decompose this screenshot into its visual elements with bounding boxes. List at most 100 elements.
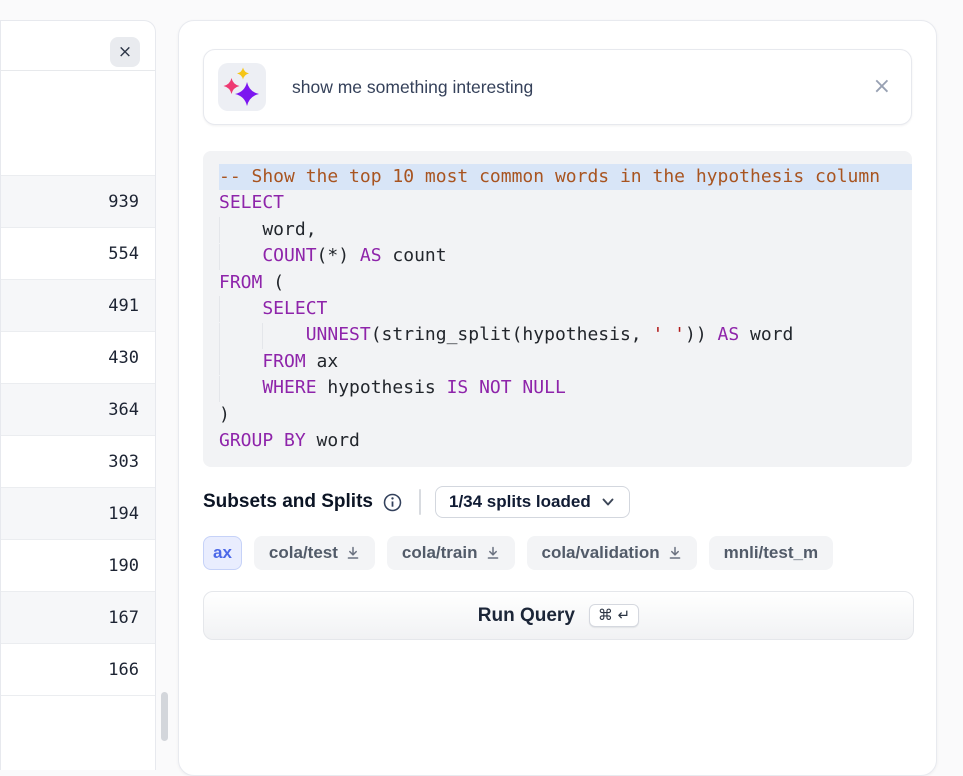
stat-row: 190	[1, 540, 155, 592]
sql-keyword: FROM	[262, 351, 305, 372]
sql-keyword: UNNEST	[306, 324, 371, 345]
split-chip-cola-test[interactable]: cola/test	[254, 536, 375, 570]
stat-row: 166	[1, 644, 155, 696]
empty-table-cell	[1, 71, 155, 176]
sql-keyword: AS	[360, 245, 382, 266]
keyboard-shortcut-badge: ⌘ ↵	[589, 604, 639, 627]
split-chip-label: cola/validation	[542, 543, 660, 563]
download-split-icon[interactable]	[486, 546, 500, 560]
split-chip-label: cola/train	[402, 543, 478, 563]
sql-keyword: SELECT	[262, 298, 327, 319]
vertical-scrollbar[interactable]	[161, 692, 168, 741]
code-line: WHERE hypothesis IS NOT NULL	[219, 375, 896, 401]
stat-row: 364	[1, 384, 155, 436]
indent-guide	[219, 323, 262, 349]
stat-value: 430	[108, 348, 139, 368]
split-chip-label: cola/test	[269, 543, 338, 563]
stat-value: 166	[108, 660, 139, 680]
split-chip-label: ax	[213, 543, 232, 563]
sql-keyword: AS	[718, 324, 740, 345]
indent-guide	[219, 376, 262, 402]
run-query-button[interactable]: Run Query ⌘ ↵	[203, 591, 914, 640]
stat-value: 939	[108, 192, 139, 212]
download-split-icon[interactable]	[668, 546, 682, 560]
stat-row: 167	[1, 592, 155, 644]
sql-keyword: WHERE	[262, 377, 316, 398]
chevron-down-icon	[600, 494, 616, 510]
stat-row: 430	[1, 332, 155, 384]
code-line: word,	[219, 217, 896, 243]
info-icon[interactable]	[382, 492, 403, 513]
sql-keyword: SELECT	[219, 192, 284, 213]
code-line: SELECT	[219, 296, 896, 322]
stat-value: 491	[108, 296, 139, 316]
stat-row: 491	[1, 280, 155, 332]
code-line: UNNEST(string_split(hypothesis, ' ')) AS…	[219, 322, 896, 348]
splits-section-header: Subsets and Splits 1/34 splits loaded	[203, 486, 912, 518]
run-query-label: Run Query	[478, 605, 575, 627]
stat-row: 554	[1, 228, 155, 280]
indent-guide	[219, 296, 262, 322]
splits-loaded-dropdown[interactable]: 1/34 splits loaded	[435, 486, 630, 518]
splits-section-title: Subsets and Splits	[203, 491, 373, 513]
sql-text: word	[306, 430, 360, 451]
code-line: GROUP BY word	[219, 428, 896, 454]
sql-text: (string_split(hypothesis,	[371, 324, 653, 345]
code-line: COUNT(*) AS count	[219, 243, 896, 269]
split-chip-cola-train[interactable]: cola/train	[387, 536, 515, 570]
stats-table-header: ×	[1, 21, 155, 71]
sql-keyword: IS NOT NULL	[447, 377, 566, 398]
stat-value: 554	[108, 244, 139, 264]
indent-guide	[219, 244, 262, 270]
sql-text: ax	[306, 351, 339, 372]
stat-value: 167	[108, 608, 139, 628]
header-divider	[419, 489, 421, 515]
sql-text: hypothesis	[317, 377, 447, 398]
sql-text: )	[219, 404, 230, 425]
sql-keyword: COUNT	[262, 245, 316, 266]
ai-sparkles-icon	[218, 63, 266, 111]
stat-row: 303	[1, 436, 155, 488]
sql-text: count	[382, 245, 447, 266]
stat-value: 364	[108, 400, 139, 420]
ai-query-panel: show me something interesting × -- Show …	[178, 20, 937, 776]
stat-value: 194	[108, 504, 139, 524]
code-line: FROM ax	[219, 349, 896, 375]
indent-guide	[219, 217, 262, 243]
code-line: -- Show the top 10 most common words in …	[219, 164, 912, 190]
close-stats-button[interactable]: ×	[110, 37, 140, 67]
sql-comment: -- Show the top 10 most common words in …	[219, 166, 880, 187]
stats-rows: 939 554 491 430 364 303 194 190 167 166	[1, 176, 155, 696]
code-line: )	[219, 402, 896, 428]
clear-icon: ×	[873, 74, 891, 99]
sql-text: ))	[685, 324, 718, 345]
stat-value: 303	[108, 452, 139, 472]
stats-table-panel: × 939 554 491 430 364 303 194 190 167 166	[0, 20, 156, 770]
split-chips-row: ax cola/test cola/train cola/validation m…	[203, 536, 912, 570]
stat-row: 939	[1, 176, 155, 228]
indent-guide	[219, 349, 262, 375]
ai-prompt-card: show me something interesting ×	[203, 49, 912, 125]
clear-prompt-button[interactable]: ×	[873, 76, 891, 98]
stat-row: 194	[1, 488, 155, 540]
close-icon: ×	[118, 42, 132, 62]
split-chip-mnli-test-m[interactable]: mnli/test_m	[709, 536, 833, 570]
sql-text: word,	[262, 219, 316, 240]
split-chip-ax[interactable]: ax	[203, 536, 242, 570]
split-chip-cola-validation[interactable]: cola/validation	[527, 536, 697, 570]
code-line: FROM (	[219, 270, 896, 296]
sql-string: ' '	[652, 324, 685, 345]
sql-keyword: FROM	[219, 272, 262, 293]
download-split-icon[interactable]	[346, 546, 360, 560]
indent-guide	[262, 323, 305, 349]
sql-text: word	[739, 324, 793, 345]
splits-loaded-label: 1/34 splits loaded	[449, 492, 591, 512]
ai-prompt-input[interactable]: show me something interesting	[292, 77, 873, 98]
sql-keyword: GROUP BY	[219, 430, 306, 451]
sql-text: (	[262, 272, 284, 293]
split-chip-label: mnli/test_m	[724, 543, 818, 563]
sql-text: (*)	[317, 245, 360, 266]
sql-editor[interactable]: -- Show the top 10 most common words in …	[203, 151, 912, 467]
code-line: SELECT	[219, 190, 896, 216]
stat-value: 190	[108, 556, 139, 576]
